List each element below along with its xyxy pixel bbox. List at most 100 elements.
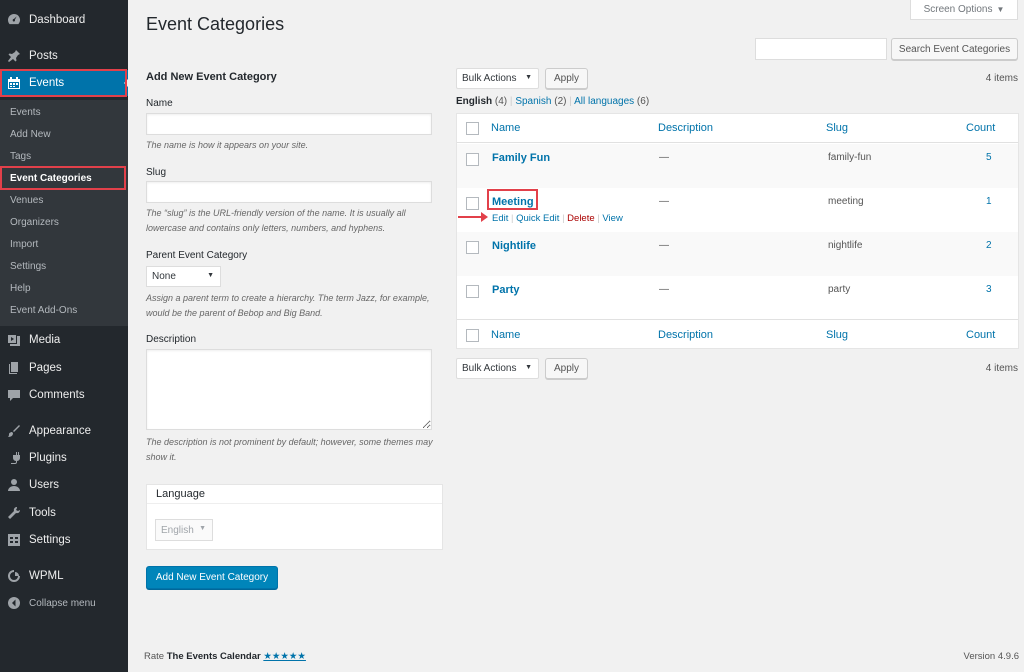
table-row: Family Fun — family-fun 5	[457, 144, 1018, 188]
submenu-organizers[interactable]: Organizers	[10, 217, 59, 228]
select-all-checkbox-bottom[interactable]	[466, 329, 479, 342]
slug-field[interactable]	[146, 181, 432, 203]
select-all-checkbox[interactable]	[466, 122, 479, 135]
column-description[interactable]: Description	[658, 122, 713, 134]
menu-plugins[interactable]: Plugins	[0, 445, 128, 471]
column-description[interactable]: Description	[658, 329, 713, 341]
caret-down-icon: ▼	[207, 272, 214, 279]
collapse-menu-button[interactable]: Collapse menu	[0, 590, 128, 616]
category-description: —	[659, 152, 669, 163]
menu-settings[interactable]: Settings	[0, 527, 128, 553]
slug-help: The “slug” is the URL-friendly version o…	[146, 208, 406, 233]
rating-stars-link[interactable]: ★★★★★	[263, 651, 306, 662]
active-caret	[124, 78, 129, 88]
lang-all-link[interactable]: All languages	[574, 96, 634, 107]
lang-english[interactable]: English	[456, 96, 492, 107]
submenu-help[interactable]: Help	[10, 283, 31, 294]
submenu-import[interactable]: Import	[10, 239, 38, 250]
table-row: Meeting Edit | Quick Edit | Delete | Vie…	[457, 188, 1018, 232]
name-label: Name	[146, 98, 173, 109]
menu-posts[interactable]: Posts	[0, 43, 128, 69]
view-link[interactable]: View	[602, 213, 622, 224]
search-event-categories-button[interactable]: Search Event Categories	[891, 38, 1018, 60]
menu-dashboard[interactable]: Dashboard	[0, 7, 128, 33]
menu-label: WPML	[29, 570, 64, 582]
lang-sep: |	[509, 96, 513, 107]
items-count-bottom: 4 items	[985, 363, 1018, 374]
quick-edit-link[interactable]: Quick Edit	[516, 213, 559, 224]
row-checkbox[interactable]	[466, 285, 479, 298]
column-count[interactable]: Count	[966, 329, 995, 341]
items-count-top: 4 items	[985, 73, 1018, 84]
row-checkbox[interactable]	[466, 153, 479, 166]
submenu-events[interactable]: Events	[10, 107, 41, 118]
category-count-link[interactable]: 3	[986, 284, 992, 295]
caret-down-icon: ▼	[199, 525, 206, 532]
column-name[interactable]: Name	[491, 122, 520, 134]
bulk-actions-select-bottom[interactable]: Bulk Actions ▼	[456, 358, 539, 379]
media-icon	[7, 333, 21, 347]
submenu-add-new[interactable]: Add New	[10, 129, 51, 140]
category-description: —	[659, 284, 669, 295]
caret-down-icon: ▼	[525, 364, 532, 371]
plug-icon	[7, 451, 21, 465]
name-field[interactable]	[146, 113, 432, 135]
language-select[interactable]: English ▼	[155, 519, 213, 541]
description-field[interactable]	[146, 349, 432, 430]
bulk-actions-select-top[interactable]: Bulk Actions ▼	[456, 68, 539, 89]
footer-rate: Rate The Events Calendar ★★★★★	[144, 651, 306, 662]
search-input[interactable]	[755, 38, 887, 60]
row-checkbox[interactable]	[466, 197, 479, 210]
submenu-venues[interactable]: Venues	[10, 195, 43, 206]
column-slug[interactable]: Slug	[826, 122, 848, 134]
wpml-icon	[7, 569, 21, 583]
add-new-category-button[interactable]: Add New Event Category	[146, 566, 278, 589]
screen-options-label: Screen Options	[923, 4, 993, 15]
submenu-event-categories[interactable]: Event Categories	[10, 173, 92, 184]
description-label: Description	[146, 334, 197, 345]
menu-wpml[interactable]: WPML	[0, 563, 128, 589]
delete-link[interactable]: Delete	[567, 213, 594, 224]
language-filter: English (4) | Spanish (2) | All language…	[456, 96, 649, 107]
apply-button-top[interactable]: Apply	[545, 68, 588, 89]
category-count-link[interactable]: 1	[986, 196, 992, 207]
row-checkbox[interactable]	[466, 241, 479, 254]
paintbrush-icon	[7, 424, 21, 438]
calendar-icon	[7, 76, 21, 90]
category-name-link[interactable]: Family Fun	[492, 152, 550, 164]
category-count-link[interactable]: 2	[986, 240, 992, 251]
menu-comments[interactable]: Comments	[0, 382, 128, 408]
column-name[interactable]: Name	[491, 329, 520, 341]
menu-pages[interactable]: Pages	[0, 355, 128, 381]
menu-tools[interactable]: Tools	[0, 500, 128, 526]
menu-media[interactable]: Media	[0, 327, 128, 353]
menu-users[interactable]: Users	[0, 472, 128, 498]
column-slug[interactable]: Slug	[826, 329, 848, 341]
category-name-link[interactable]: Party	[492, 284, 520, 296]
menu-events[interactable]: Events	[0, 70, 129, 96]
submenu-event-addons[interactable]: Event Add-Ons	[10, 305, 77, 316]
category-name-link[interactable]: Nightlife	[492, 240, 536, 252]
screen-options-button[interactable]: Screen Options ▼	[910, 0, 1018, 20]
plugin-name: The Events Calendar	[166, 651, 261, 662]
user-icon	[7, 478, 21, 492]
category-count-link[interactable]: 5	[986, 152, 992, 163]
submenu-settings[interactable]: Settings	[10, 261, 46, 272]
column-count[interactable]: Count	[966, 122, 995, 134]
menu-label: Dashboard	[29, 14, 86, 26]
parent-category-select[interactable]: None ▼	[146, 266, 221, 287]
category-slug: nightlife	[828, 240, 863, 251]
menu-label: Comments	[29, 389, 85, 401]
name-help: The name is how it appears on your site.	[146, 140, 309, 150]
row-actions: Edit | Quick Edit | Delete | View	[492, 213, 623, 224]
slug-label: Slug	[146, 167, 167, 178]
lang-english-count: (4)	[494, 96, 508, 107]
edit-link[interactable]: Edit	[492, 213, 508, 224]
menu-appearance[interactable]: Appearance	[0, 418, 128, 444]
menu-label: Plugins	[29, 452, 67, 464]
category-name-link[interactable]: Meeting	[492, 196, 534, 208]
lang-spanish-link[interactable]: Spanish	[515, 96, 551, 107]
menu-label: Pages	[29, 362, 62, 374]
apply-button-bottom[interactable]: Apply	[545, 358, 588, 379]
submenu-tags[interactable]: Tags	[10, 151, 31, 162]
